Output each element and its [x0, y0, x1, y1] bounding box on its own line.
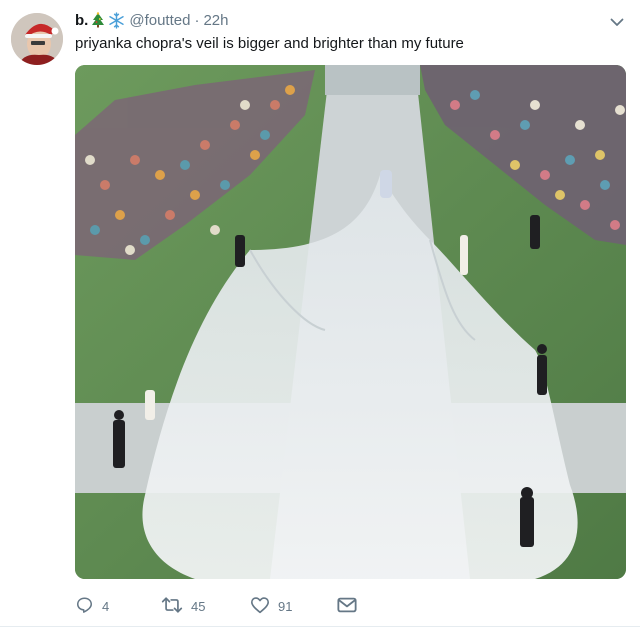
envelope-icon — [337, 597, 357, 616]
retweet-count: 45 — [191, 598, 206, 614]
tweet-divider — [0, 626, 640, 627]
author-handle[interactable]: @foutted — [129, 12, 190, 29]
like-button[interactable]: 91 — [250, 594, 292, 618]
separator-dot: · — [194, 11, 200, 29]
christmas-tree-icon — [90, 12, 106, 28]
tweet-text: priyanka chopra's veil is bigger and bri… — [75, 35, 464, 52]
wedding-veil-photo — [75, 65, 626, 579]
retweet-button[interactable]: 45 — [161, 594, 205, 618]
direct-message-button[interactable] — [337, 594, 357, 618]
timestamp[interactable]: 22h — [203, 12, 228, 29]
chevron-down-icon[interactable] — [606, 12, 628, 32]
retweet-icon — [161, 596, 183, 617]
avatar-image — [11, 13, 63, 65]
snowflake-icon — [108, 11, 125, 29]
tweet-actions: 4 45 91 — [75, 594, 435, 618]
tweet[interactable]: b. @foutted · 22h priyanka chopra's veil… — [0, 0, 640, 635]
reply-icon — [75, 596, 94, 617]
heart-icon — [250, 596, 270, 617]
tweet-header: b. @foutted · 22h — [75, 10, 228, 30]
like-count: 91 — [278, 598, 293, 614]
reply-count: 4 — [102, 598, 110, 614]
avatar[interactable] — [11, 13, 63, 65]
tweet-media-image[interactable] — [75, 65, 626, 579]
author-name[interactable]: b. — [75, 12, 88, 29]
reply-button[interactable]: 4 — [75, 594, 109, 618]
